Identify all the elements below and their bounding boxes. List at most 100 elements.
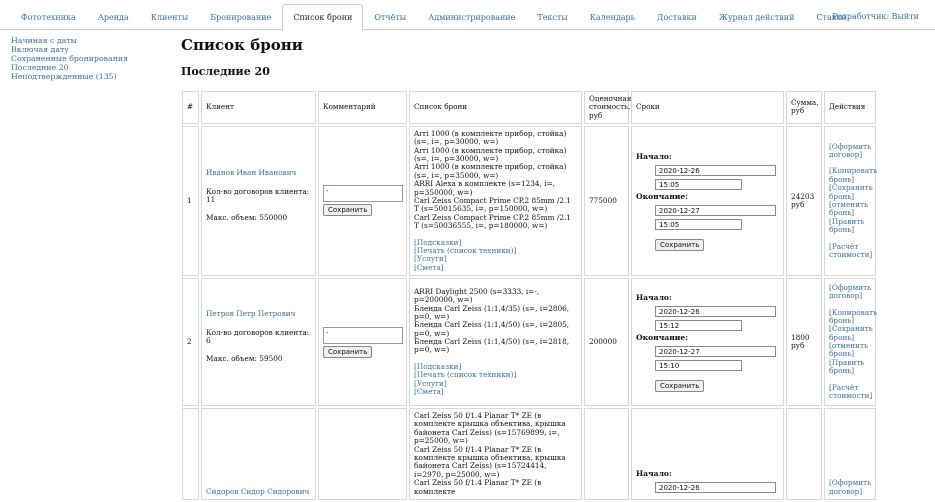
copy-booking-link[interactable]: [Копировать бронь] xyxy=(829,308,877,326)
sidebar-item-last-20[interactable]: Последние 20 xyxy=(11,63,171,72)
booking-item: Бленда Carl Zeiss (1:1,4/50) (s=, i=2805… xyxy=(414,320,570,338)
actions-cell: [Оформить договор] [Копировать бронь] [С… xyxy=(824,125,877,277)
start-date-input[interactable]: 2020-12-26 xyxy=(655,482,776,493)
tab-calendar[interactable]: Календарь xyxy=(579,4,646,30)
comment-textarea[interactable]: - xyxy=(323,326,403,344)
client-name-link[interactable]: Петров Петр Петрович xyxy=(206,309,311,318)
client-contracts-count: Кол-во договоров клиента: 11 xyxy=(206,186,310,204)
save-booking-link[interactable]: [Сохранить бронь] xyxy=(829,184,873,201)
top-navigation-bar: Фототехника Аренда Клиенты Бронирование … xyxy=(0,0,935,31)
table-row: Сидоров Сидор Сидорович Carl Zeiss 50 f/… xyxy=(182,408,876,500)
end-time-input[interactable]: 15:05 xyxy=(655,218,742,230)
col-header-booking-list: Список брони xyxy=(409,91,582,124)
client-name-link[interactable]: Иванов Иван Иванович xyxy=(206,168,311,177)
comment-cell xyxy=(318,408,407,500)
save-comment-button[interactable]: Сохранить xyxy=(323,345,373,358)
save-terms-button[interactable]: Сохранить xyxy=(655,379,705,392)
col-header-number: # xyxy=(182,91,199,124)
booking-item: Бленда Carl Zeiss (1:1,4/35) (s=, i=2806… xyxy=(414,303,570,321)
copy-booking-link[interactable]: [Копировать бронь] xyxy=(829,167,877,184)
booking-items-cell: Carl Zeiss 50 f/1.4 Planar T* ZE (в комп… xyxy=(409,408,582,500)
estimate-cell xyxy=(584,408,629,500)
actions-cell: [Оформить договор] [Копировать бронь] [С… xyxy=(824,278,877,407)
create-contract-link[interactable]: [Оформить договор] xyxy=(829,142,871,160)
calculate-cost-link[interactable]: [Расчёт стоимости] xyxy=(829,383,872,401)
start-date-input[interactable]: 2020-12-26 xyxy=(655,306,776,318)
tab-booking-list[interactable]: Список брони xyxy=(282,4,364,31)
sidebar-item-from-date[interactable]: Начиная с даты xyxy=(11,36,171,45)
booking-item: Arri 1000 (в комплекте прибор, стойка) (… xyxy=(414,145,567,164)
comment-cell: - Сохранить xyxy=(318,125,407,277)
save-terms-button[interactable]: Сохранить xyxy=(655,238,705,251)
save-booking-link[interactable]: [Сохранить бронь] xyxy=(829,325,873,342)
booking-item: Carl Zeiss 50 f/1.4 Planar T* ZE (в комп… xyxy=(414,411,566,446)
tab-action-log[interactable]: Журнал действий xyxy=(708,4,806,30)
start-label: Начало: xyxy=(636,293,672,303)
booking-item: Carl Zeiss Compact Prime CP.2 85mm /2.1 … xyxy=(414,195,571,214)
start-time-input[interactable]: 15:12 xyxy=(655,320,742,332)
row-number: 2 xyxy=(182,278,199,407)
edit-booking-link[interactable]: [Править бронь] xyxy=(829,217,871,235)
sidebar-item-including-date[interactable]: Включая дату xyxy=(11,45,171,54)
estimate-cell: 200000 xyxy=(584,278,629,407)
bookings-table-wrap: # Клиент Комментарий Список брони Оценоч… xyxy=(180,89,878,502)
tab-texts[interactable]: Тексты xyxy=(526,4,578,30)
terms-cell: Начало: 2020-12-26 15:05 Окончание: 2020… xyxy=(631,125,784,277)
booking-items-cell: Arri 1000 (в комплекте прибор, стойка) (… xyxy=(409,125,582,277)
end-time-input[interactable]: 15:10 xyxy=(655,359,742,371)
client-max-volume: Макс. объем: 59500 xyxy=(206,354,283,364)
end-date-input[interactable]: 2020-12-27 xyxy=(655,345,776,357)
col-header-actions: Действия xyxy=(824,91,876,124)
sum-cell: 1800 руб xyxy=(786,278,822,407)
client-cell: Сидоров Сидор Сидорович xyxy=(201,408,316,500)
create-contract-link[interactable]: [Оформить договор] xyxy=(829,283,871,301)
start-date-input[interactable]: 2020-12-26 xyxy=(655,164,776,176)
sum-cell: 24203 руб xyxy=(786,125,822,277)
sidebar-item-unconfirmed[interactable]: Неподтвержденные (135) xyxy=(11,72,171,81)
bookings-table: # Клиент Комментарий Список брони Оценоч… xyxy=(180,89,878,502)
booking-links: [Подсказки] [Печать (список техники)] [У… xyxy=(414,362,577,397)
tab-rental[interactable]: Аренда xyxy=(87,4,140,30)
client-cell: Иванов Иван Иванович Кол-во договоров кл… xyxy=(201,125,316,277)
client-name-link[interactable]: Сидоров Сидор Сидорович xyxy=(206,487,311,496)
logout-link[interactable]: Разработчик: Выйти xyxy=(832,12,919,21)
table-header-row: # Клиент Комментарий Список брони Оценоч… xyxy=(182,91,876,124)
start-label: Начало: xyxy=(636,152,672,162)
sum-cell xyxy=(786,408,822,500)
estimate-link[interactable]: [Смета] xyxy=(414,387,577,396)
end-label: Окончание: xyxy=(636,191,689,201)
tab-deliveries[interactable]: Доставки xyxy=(646,4,708,30)
booking-item: Бленда Carl Zeiss (1:1,4/50) (s=, i=2818… xyxy=(414,337,570,355)
tab-administration[interactable]: Администрирование xyxy=(417,4,526,30)
estimate-link[interactable]: [Смета] xyxy=(414,263,577,272)
cancel-booking-link[interactable]: [отменить бронь] xyxy=(829,200,871,218)
tab-photo-equipment[interactable]: Фототехника xyxy=(10,4,87,30)
save-comment-button[interactable]: Сохранить xyxy=(323,204,373,217)
tab-booking[interactable]: Бронирование xyxy=(199,4,282,30)
end-date-input[interactable]: 2020-12-27 xyxy=(655,204,776,216)
cancel-booking-link[interactable]: [отменить бронь] xyxy=(829,341,871,359)
booking-item: Arri 1000 (в комплекте прибор, стойка) (… xyxy=(414,162,567,180)
row-number: 1 xyxy=(182,125,199,277)
booking-item: Carl Zeiss Compact Prime CP.2 85mm /2.1 … xyxy=(414,212,571,231)
actions-cell: [Оформить договор] xyxy=(824,408,876,500)
comment-textarea[interactable]: - xyxy=(323,185,403,203)
client-contracts-count: Кол-во договоров клиента: 6 xyxy=(206,327,310,346)
sidebar-item-saved-bookings[interactable]: Сохраненные бронирования xyxy=(11,54,171,63)
calculate-cost-link[interactable]: [Расчёт стоимости] xyxy=(829,242,872,260)
sidebar: Начиная с даты Включая дату Сохраненные … xyxy=(11,36,171,81)
page-title: Список брони xyxy=(181,36,303,54)
end-label: Окончание: xyxy=(636,333,689,343)
tab-clients[interactable]: Клиенты xyxy=(140,4,199,30)
booking-item: Carl Zeiss 50 f/1.4 Planar T* ZE (в комп… xyxy=(414,478,542,496)
col-header-terms: Сроки xyxy=(631,91,784,124)
booking-item: Arri 1000 (в комплекте прибор, стойка) (… xyxy=(414,128,567,147)
start-time-input[interactable]: 15:05 xyxy=(655,178,742,190)
edit-booking-link[interactable]: [Править бронь] xyxy=(829,358,871,376)
table-row: 1 Иванов Иван Иванович Кол-во договоров … xyxy=(182,125,877,277)
booking-links: [Подсказки] [Печать (список техники)] [У… xyxy=(414,238,577,273)
tab-reports[interactable]: Отчёты xyxy=(363,4,417,30)
create-contract-link[interactable]: [Оформить договор] xyxy=(829,479,871,496)
terms-cell: Начало: 2020-12-26 15:12 Окончание: 2020… xyxy=(631,278,784,407)
booking-item: ARRI Alexa в комплекте (s=1234, i=, p=35… xyxy=(414,179,555,197)
